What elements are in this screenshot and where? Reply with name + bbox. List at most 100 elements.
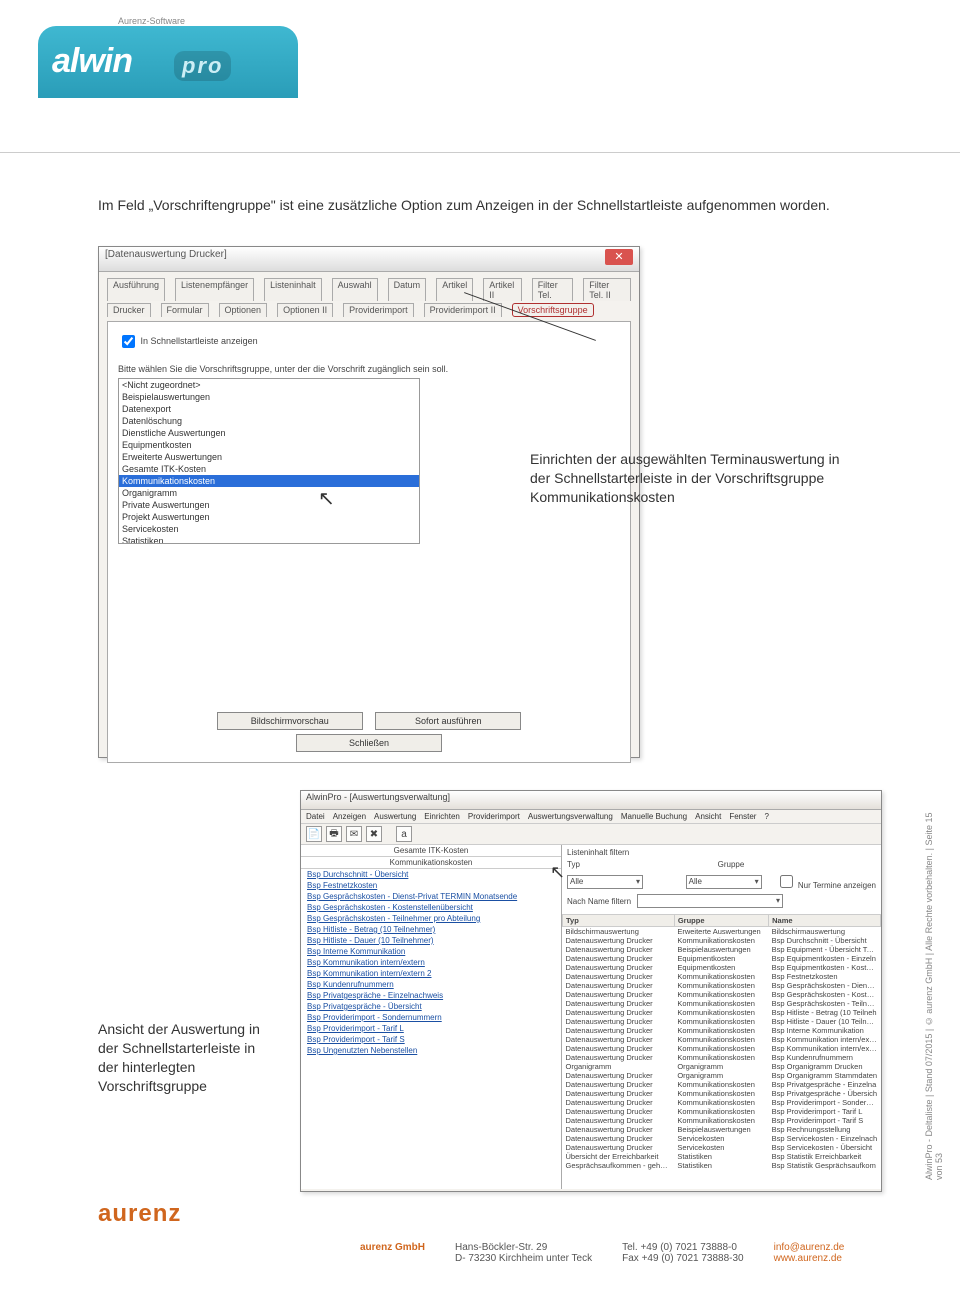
quicklaunch-link[interactable]: Bsp Privatgespräche - Übersicht xyxy=(301,1001,561,1012)
quicklaunch-link[interactable]: Bsp Providerimport - Tarif L xyxy=(301,1023,561,1034)
table-row[interactable]: Datenauswertung DruckerKommunikationskos… xyxy=(563,1017,881,1026)
menu-item[interactable]: Providerimport xyxy=(468,812,520,821)
dialog-tab[interactable]: Filter Tel. xyxy=(532,278,574,301)
toolbar-icon[interactable]: a xyxy=(396,826,412,842)
table-row[interactable]: Datenauswertung DruckerBeispielauswertun… xyxy=(563,1125,881,1134)
dialog-tab[interactable]: Providerimport xyxy=(343,303,414,317)
quicklaunch-link[interactable]: Bsp Ungenutzten Nebenstellen xyxy=(301,1045,561,1056)
table-row[interactable]: BildschirmauswertungErweiterte Auswertun… xyxy=(563,927,881,937)
table-row[interactable]: Datenauswertung DruckerKommunikationskos… xyxy=(563,1008,881,1017)
table-row[interactable]: Datenauswertung DruckerEquipmentkostenBs… xyxy=(563,954,881,963)
table-row[interactable]: Datenauswertung DruckerKommunikationskos… xyxy=(563,936,881,945)
quicklaunch-link[interactable]: Bsp Providerimport - Sondernummern xyxy=(301,1012,561,1023)
only-termine-checkbox[interactable]: Nur Termine anzeigen xyxy=(776,872,876,891)
gruppe-select[interactable]: Alle xyxy=(686,875,762,889)
quicklaunch-link[interactable]: Bsp Gesprächskosten - Kostenstellenübers… xyxy=(301,902,561,913)
run-button[interactable]: Sofort ausführen xyxy=(375,712,521,730)
table-row[interactable]: Datenauswertung DruckerKommunikationskos… xyxy=(563,1026,881,1035)
typ-select[interactable]: Alle xyxy=(567,875,643,889)
quicklaunch-link[interactable]: Bsp Durchschnitt - Übersicht xyxy=(301,869,561,880)
table-row[interactable]: Datenauswertung DruckerEquipmentkostenBs… xyxy=(563,963,881,972)
table-row[interactable]: Übersicht der ErreichbarkeitStatistikenB… xyxy=(563,1152,881,1161)
preview-button[interactable]: Bildschirmvorschau xyxy=(217,712,363,730)
list-item[interactable]: Datenlöschung xyxy=(119,415,419,427)
toolbar-icon[interactable]: 📄 xyxy=(306,826,322,842)
dialog-tab[interactable]: Artikel xyxy=(436,278,473,301)
table-row[interactable]: OrganigrammOrganigrammBsp Organigramm Dr… xyxy=(563,1062,881,1071)
table-row[interactable]: Datenauswertung DruckerKommunikationskos… xyxy=(563,1080,881,1089)
dialog-tab[interactable]: Filter Tel. II xyxy=(583,278,631,301)
table-row[interactable]: Datenauswertung DruckerKommunikationskos… xyxy=(563,981,881,990)
list-item[interactable]: Dienstliche Auswertungen xyxy=(119,427,419,439)
table-row[interactable]: Datenauswertung DruckerServicekostenBsp … xyxy=(563,1143,881,1152)
list-item[interactable]: Gesamte ITK-Kosten xyxy=(119,463,419,475)
dialog-tab[interactable]: Listeninhalt xyxy=(264,278,322,301)
quicklaunch-link[interactable]: Bsp Privatgespräche - Einzelnachweis xyxy=(301,990,561,1001)
list-item[interactable]: Servicekosten xyxy=(119,523,419,535)
dialog-tab[interactable]: Listenempfänger xyxy=(175,278,254,301)
table-row[interactable]: Datenauswertung DruckerKommunikationskos… xyxy=(563,1116,881,1125)
quicklaunch-link[interactable]: Bsp Kommunikation intern/extern xyxy=(301,957,561,968)
table-header[interactable]: Gruppe xyxy=(674,915,768,927)
list-item[interactable]: Datenexport xyxy=(119,403,419,415)
table-row[interactable]: Datenauswertung DruckerKommunikationskos… xyxy=(563,1035,881,1044)
table-row[interactable]: Datenauswertung DruckerKommunikationskos… xyxy=(563,1044,881,1053)
table-row[interactable]: Datenauswertung DruckerKommunikationskos… xyxy=(563,972,881,981)
menu-item[interactable]: Manuelle Buchung xyxy=(621,812,687,821)
quicklaunch-link[interactable]: Bsp Gesprächskosten - Teilnehmer pro Abt… xyxy=(301,913,561,924)
list-item[interactable]: Erweiterte Auswertungen xyxy=(119,451,419,463)
show-in-quicklaunch-checkbox[interactable]: In Schnellstartleiste anzeigen xyxy=(118,332,258,351)
toolbar-icon[interactable]: ✖ xyxy=(366,826,382,842)
menu-item[interactable]: ? xyxy=(764,812,768,821)
table-header[interactable]: Typ xyxy=(563,915,675,927)
toolbar-icon[interactable]: 🖶 xyxy=(326,826,342,842)
list-item[interactable]: Beispielauswertungen xyxy=(119,391,419,403)
table-row[interactable]: Datenauswertung DruckerKommunikationskos… xyxy=(563,999,881,1008)
list-item[interactable]: Statistiken xyxy=(119,535,419,544)
dialog-tab[interactable]: Datum xyxy=(388,278,427,301)
dialog-tab[interactable]: Auswahl xyxy=(332,278,378,301)
quicklaunch-link[interactable]: Bsp Festnetzkosten xyxy=(301,880,561,891)
results-table[interactable]: TypGruppeNameBildschirmauswertungErweite… xyxy=(562,914,881,1170)
toolbar-icon[interactable]: ✉ xyxy=(346,826,362,842)
table-row[interactable]: Datenauswertung DruckerBeispielauswertun… xyxy=(563,945,881,954)
list-item[interactable]: Equipmentkosten xyxy=(119,439,419,451)
dialog-tab[interactable]: Optionen II xyxy=(277,303,333,317)
dialog-tab[interactable]: Ausführung xyxy=(107,278,165,301)
table-row[interactable]: Gesprächsaufkommen - gehend & kommendSta… xyxy=(563,1161,881,1170)
menu-item[interactable]: Fenster xyxy=(729,812,756,821)
close-button[interactable]: Schließen xyxy=(296,734,442,752)
menu-item[interactable]: Auswertungsverwaltung xyxy=(528,812,613,821)
table-row[interactable]: Datenauswertung DruckerOrganigrammBsp Or… xyxy=(563,1071,881,1080)
menu-item[interactable]: Einrichten xyxy=(424,812,460,821)
table-row[interactable]: Datenauswertung DruckerKommunikationskos… xyxy=(563,1053,881,1062)
table-row[interactable]: Datenauswertung DruckerKommunikationskos… xyxy=(563,990,881,999)
list-item[interactable]: Organigramm xyxy=(119,487,419,499)
name-filter-input[interactable] xyxy=(637,894,783,908)
quicklaunch-link[interactable]: Bsp Kommunikation intern/extern 2 xyxy=(301,968,561,979)
dialog-tab[interactable]: Drucker xyxy=(107,303,151,317)
table-row[interactable]: Datenauswertung DruckerKommunikationskos… xyxy=(563,1089,881,1098)
dialog-tab[interactable]: Artikel II xyxy=(483,278,521,301)
table-row[interactable]: Datenauswertung DruckerKommunikationskos… xyxy=(563,1107,881,1116)
quicklaunch-link[interactable]: Bsp Gesprächskosten - Dienst-Privat TERM… xyxy=(301,891,561,902)
quicklaunch-link[interactable]: Bsp Hitliste - Dauer (10 Teilnehmer) xyxy=(301,935,561,946)
table-header[interactable]: Name xyxy=(769,915,881,927)
menu-item[interactable]: Datei xyxy=(306,812,325,821)
list-item[interactable]: Kommunikationskosten xyxy=(119,475,419,487)
dialog-tab[interactable]: Providerimport II xyxy=(424,303,502,317)
group-listbox[interactable]: <Nicht zugeordnet>BeispielauswertungenDa… xyxy=(118,378,420,544)
close-icon[interactable]: ✕ xyxy=(605,249,633,265)
dialog-tab[interactable]: Optionen xyxy=(219,303,268,317)
list-item[interactable]: Private Auswertungen xyxy=(119,499,419,511)
menu-item[interactable]: Ansicht xyxy=(695,812,721,821)
quicklaunch-link[interactable]: Bsp Interne Kommunikation xyxy=(301,946,561,957)
table-row[interactable]: Datenauswertung DruckerServicekostenBsp … xyxy=(563,1134,881,1143)
list-item[interactable]: Projekt Auswertungen xyxy=(119,511,419,523)
table-row[interactable]: Datenauswertung DruckerKommunikationskos… xyxy=(563,1098,881,1107)
menu-item[interactable]: Anzeigen xyxy=(333,812,366,821)
list-item[interactable]: <Nicht zugeordnet> xyxy=(119,379,419,391)
quicklaunch-link[interactable]: Bsp Providerimport - Tarif S xyxy=(301,1034,561,1045)
quicklaunch-link[interactable]: Bsp Kundenrufnummern xyxy=(301,979,561,990)
menu-item[interactable]: Auswertung xyxy=(374,812,416,821)
